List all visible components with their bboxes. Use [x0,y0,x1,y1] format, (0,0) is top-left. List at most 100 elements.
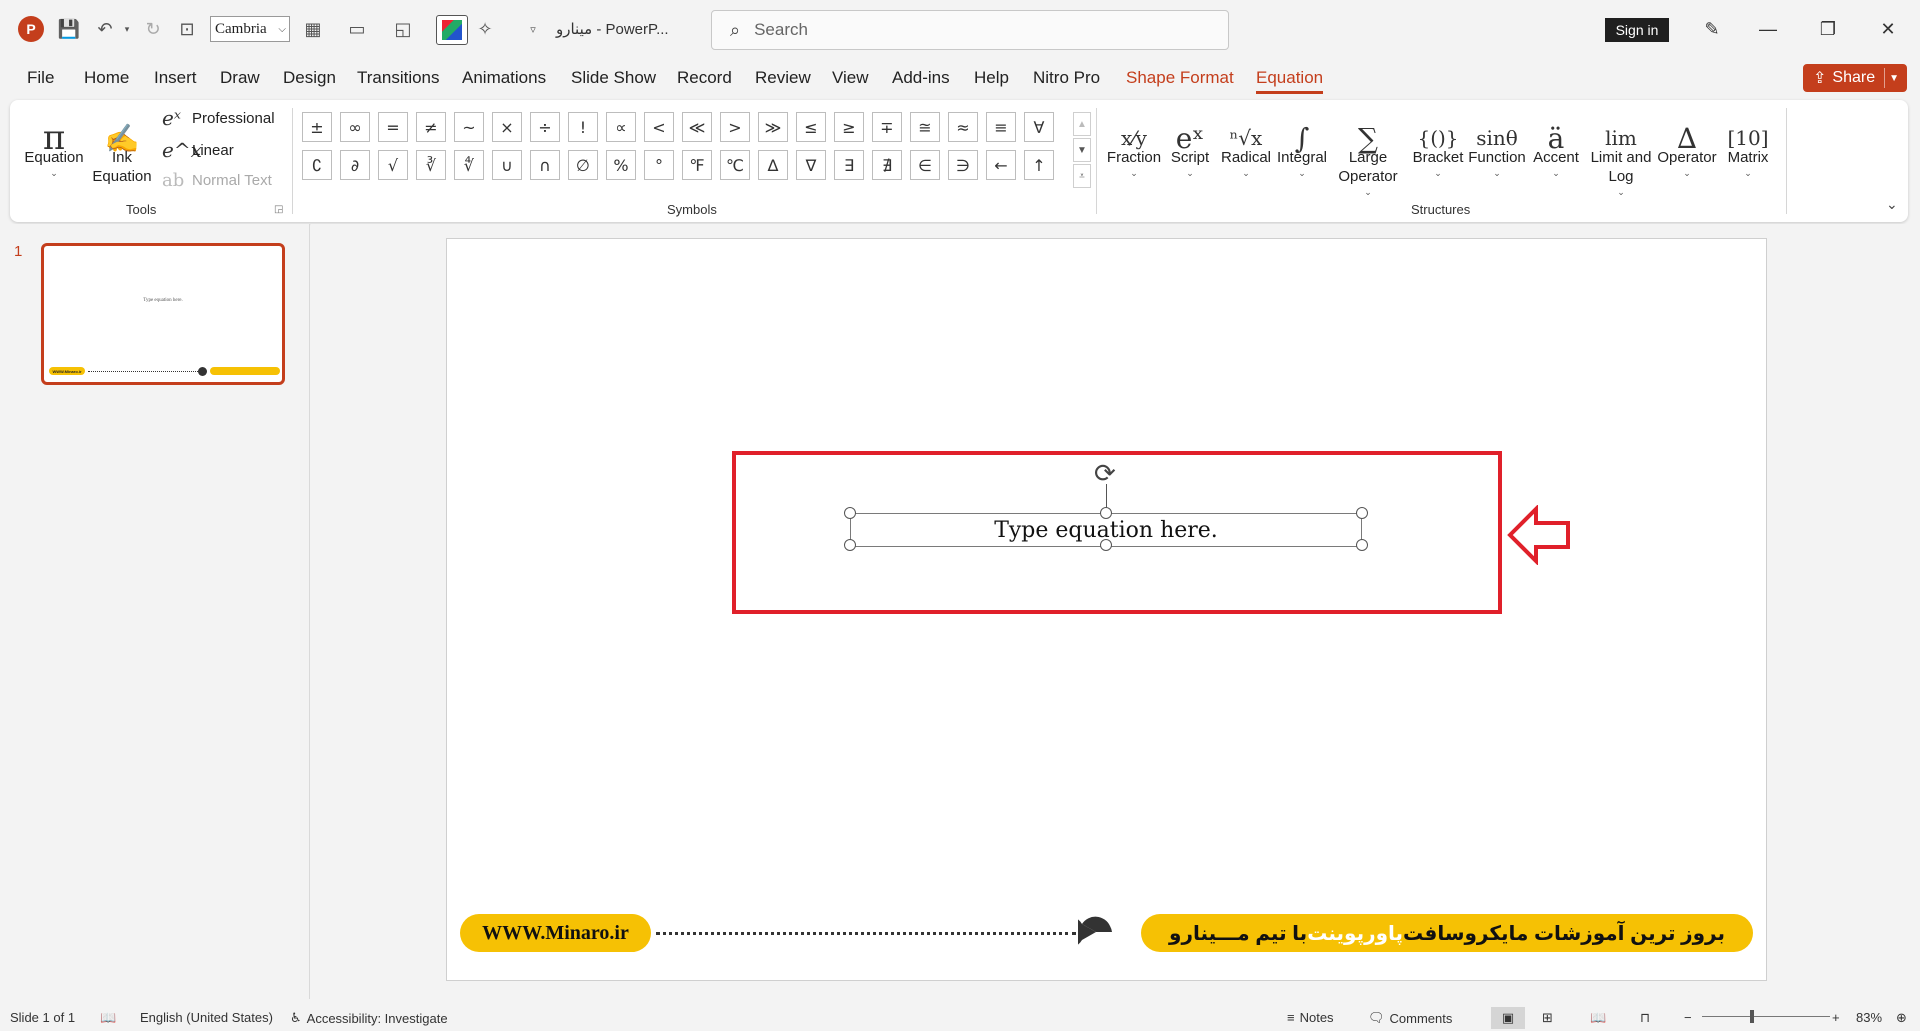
tab-animations[interactable]: Animations [462,68,546,88]
structure-operator-button[interactable]: ∆ Operator ⌄ [1654,104,1720,179]
tab-nitro-pro[interactable]: Nitro Pro [1033,68,1100,88]
slide-sorter-icon[interactable]: ⊞ [1542,1010,1553,1026]
symbol-button[interactable]: ≫ [758,112,788,142]
symbol-button[interactable]: ∀ [1024,112,1054,142]
font-name-box[interactable]: Cambria ⌵ [210,16,290,42]
symbol-button[interactable]: ∆ [758,150,788,180]
restore-button[interactable]: ❐ [1808,14,1848,44]
tab-file[interactable]: File [27,68,54,88]
zoom-slider-thumb[interactable] [1750,1010,1754,1023]
symbol-button[interactable]: ∜ [454,150,484,180]
tab-equation[interactable]: Equation [1256,68,1324,94]
structure-limit-and-button[interactable]: lim Limit and Log ⌄ [1588,104,1654,198]
customize-icon[interactable]: ✧ [472,14,498,44]
search-box[interactable]: ⌕ Search [711,10,1229,50]
gallery-scroll-up-icon[interactable]: ▲ [1073,112,1091,136]
symbol-button[interactable]: ≅ [910,112,940,142]
normal-text-button[interactable]: ab Normal Text [162,170,272,191]
structure-large-button[interactable]: ∑ Large Operator ⌄ [1330,104,1406,198]
present-icon[interactable]: ⊡ [174,14,200,44]
zoom-level[interactable]: 83% [1856,1010,1882,1025]
slide-thumbnail[interactable]: Type equation here. WWW.Minaro.ir [41,243,285,385]
qat-more-icon[interactable]: ▿ [520,14,546,44]
equation-button[interactable]: π Equation ⌄ [24,104,84,179]
symbol-button[interactable]: ∞ [340,112,370,142]
chevron-down-icon[interactable]: ▼ [1889,73,1899,84]
accessibility-button[interactable]: ♿ Accessibility: Investigate [290,1010,448,1026]
structure-fraction-button[interactable]: x⁄y Fraction ⌄ [1106,104,1162,179]
rotate-handle-icon[interactable]: ⟳ [1094,458,1116,489]
color-picker-button[interactable] [436,15,468,45]
symbol-button[interactable]: ℃ [720,150,750,180]
symbol-button[interactable]: ≈ [948,112,978,142]
layout-icon[interactable]: ▦ [300,14,326,44]
symbol-button[interactable]: √ [378,150,408,180]
structure-bracket-button[interactable]: {()} Bracket ⌄ [1410,104,1466,179]
pen-icon[interactable]: ✎ [1692,14,1732,44]
symbol-button[interactable]: ∇ [796,150,826,180]
resize-handle-bottom[interactable] [1100,539,1112,551]
slideshow-view-icon[interactable]: ⊓ [1640,1010,1650,1026]
linear-button[interactable]: e^x Linear [162,138,234,162]
close-button[interactable]: ✕ [1868,14,1908,44]
symbol-button[interactable]: ∁ [302,150,332,180]
ink-equation-button[interactable]: ✍ Ink Equation [90,104,154,186]
tab-design[interactable]: Design [283,68,336,88]
professional-button[interactable]: eˣ Professional [162,106,275,130]
zoom-out-icon[interactable]: − [1684,1010,1692,1025]
resize-handle-bottom-right[interactable] [1356,539,1368,551]
tab-shape-format[interactable]: Shape Format [1126,68,1234,88]
symbol-button[interactable]: ÷ [530,112,560,142]
symbol-button[interactable]: ∋ [948,150,978,180]
symbol-button[interactable]: ∂ [340,150,370,180]
dialog-launcher-icon[interactable]: ◲ [274,204,283,215]
symbol-button[interactable]: ≠ [416,112,446,142]
symbol-button[interactable]: ∝ [606,112,636,142]
normal-view-icon[interactable]: ▣ [1491,1007,1525,1029]
structure-function-button[interactable]: sinθ Function ⌄ [1466,104,1528,179]
share-button[interactable]: ⇪ Share ▼ [1803,64,1907,92]
tab-add-ins[interactable]: Add-ins [892,68,950,88]
symbol-button[interactable]: ∓ [872,112,902,142]
resize-handle-top-left[interactable] [844,507,856,519]
reading-view-icon[interactable]: 📖 [1590,1010,1606,1026]
structure-accent-button[interactable]: ä Accent ⌄ [1528,104,1584,179]
tab-help[interactable]: Help [974,68,1009,88]
symbol-button[interactable]: × [492,112,522,142]
symbol-button[interactable]: = [378,112,408,142]
tab-transitions[interactable]: Transitions [357,68,440,88]
symbol-button[interactable]: ≥ [834,112,864,142]
symbol-button[interactable]: ∩ [530,150,560,180]
language-button[interactable]: English (United States) [140,1010,273,1025]
symbol-button[interactable]: ° [644,150,674,180]
symbol-button[interactable]: ≪ [682,112,712,142]
tab-insert[interactable]: Insert [154,68,197,88]
structure-integral-button[interactable]: ∫ Integral ⌄ [1274,104,1330,179]
tab-record[interactable]: Record [677,68,732,88]
spelling-icon[interactable]: 📖 [100,1010,116,1026]
gallery-scroll-down-icon[interactable]: ▼ [1073,138,1091,162]
zoom-in-icon[interactable]: + [1832,1010,1840,1025]
symbol-button[interactable]: < [644,112,674,142]
resize-handle-top-right[interactable] [1356,507,1368,519]
tab-slide-show[interactable]: Slide Show [571,68,656,88]
symbol-button[interactable]: ∄ [872,150,902,180]
symbol-button[interactable]: ∈ [910,150,940,180]
symbol-button[interactable]: ≡ [986,112,1016,142]
symbol-button[interactable]: ← [986,150,1016,180]
sign-in-button[interactable]: Sign in [1605,18,1669,42]
minimize-button[interactable]: — [1748,14,1788,44]
symbol-button[interactable]: ↑ [1024,150,1054,180]
resize-handle-bottom-left[interactable] [844,539,856,551]
symbol-button[interactable]: ≤ [796,112,826,142]
symbol-button[interactable]: ~ [454,112,484,142]
fit-to-window-icon[interactable]: ⊕ [1896,1010,1907,1026]
symbol-button[interactable]: ∅ [568,150,598,180]
symbol-button[interactable]: > [720,112,750,142]
structure-script-button[interactable]: eˣ Script ⌄ [1162,104,1218,179]
zoom-slider-track[interactable] [1702,1016,1830,1017]
structure-radical-button[interactable]: ⁿ√x Radical ⌄ [1218,104,1274,179]
symbol-button[interactable]: ! [568,112,598,142]
redo-icon[interactable]: ↻ [140,14,166,44]
notes-button[interactable]: ≡ Notes [1287,1010,1334,1025]
